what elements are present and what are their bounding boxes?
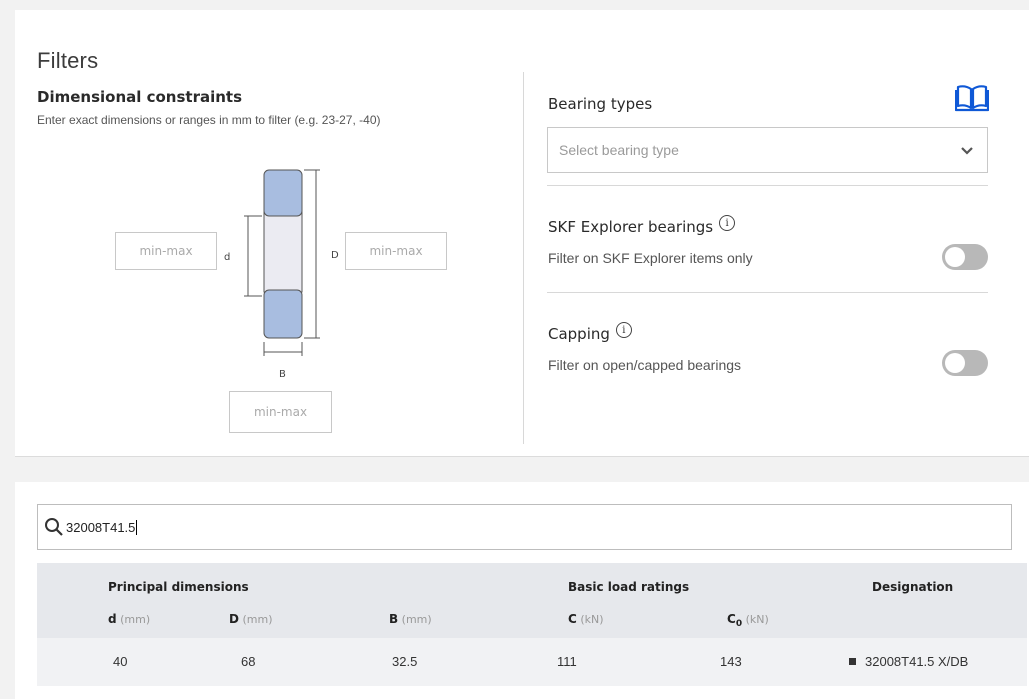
results-panel: 32008T41.5 Principal dimensions Basic lo… xyxy=(15,482,1029,699)
cell-C: 111 xyxy=(557,654,577,669)
column-D[interactable]: D (mm) xyxy=(229,612,272,626)
toggle-knob xyxy=(945,247,965,267)
filters-panel: Filters Dimensional constraints Enter ex… xyxy=(15,10,1029,457)
chevron-down-icon xyxy=(961,146,973,155)
filters-title: Filters xyxy=(37,48,99,73)
explorer-title-text: SKF Explorer bearings xyxy=(548,218,714,236)
explorer-toggle[interactable] xyxy=(942,244,988,270)
d-label: d xyxy=(224,252,231,263)
divider-1 xyxy=(547,185,988,186)
cell-B: 32.5 xyxy=(392,654,418,669)
capping-title: Capping i xyxy=(548,322,632,343)
search-value: 32008T41.5 xyxy=(66,519,136,535)
capping-toggle[interactable] xyxy=(942,350,988,376)
column-C[interactable]: C (kN) xyxy=(568,612,604,626)
capping-description: Filter on open/capped bearings xyxy=(548,357,742,373)
column-d-unit: (mm) xyxy=(120,613,151,626)
column-C-unit: (kN) xyxy=(580,613,604,626)
B-range-input[interactable]: min-max xyxy=(229,391,332,433)
text-caret xyxy=(136,519,138,535)
bearing-diagram xyxy=(244,169,320,356)
column-B[interactable]: B (mm) xyxy=(389,612,432,626)
explorer-title: SKF Explorer bearings i xyxy=(548,215,736,236)
cell-D: 68 xyxy=(241,654,256,669)
column-C0[interactable]: C0 (kN) xyxy=(727,612,769,629)
book-icon[interactable] xyxy=(955,82,989,112)
dimensional-constraints-hint: Enter exact dimensions or ranges in mm t… xyxy=(37,113,381,127)
basic-load-ratings-header: Basic load ratings xyxy=(568,580,690,594)
bearing-type-select[interactable]: Select bearing type xyxy=(547,127,988,173)
D-range-input[interactable]: min-max xyxy=(345,232,447,270)
designation-header: Designation xyxy=(872,580,954,594)
B-label: B xyxy=(279,369,286,380)
column-d-symbol: d xyxy=(108,612,117,626)
cell-d: 40 xyxy=(113,654,128,669)
column-D-unit: (mm) xyxy=(242,613,273,626)
column-C0-symbol: C xyxy=(727,612,736,626)
column-C0-subscript: 0 xyxy=(735,619,743,630)
outer-ring-top xyxy=(263,169,303,217)
cell-C0: 143 xyxy=(720,654,742,669)
principal-dimensions-header: Principal dimensions xyxy=(108,580,249,594)
filters-divider xyxy=(523,72,524,444)
divider-2 xyxy=(547,292,988,293)
table-row[interactable]: 40 68 32.5 111 143 32008T41.5 X/DB xyxy=(37,638,1027,686)
column-d[interactable]: d (mm) xyxy=(108,612,150,626)
info-icon[interactable]: i xyxy=(719,215,736,231)
designation-link[interactable]: 32008T41.5 X/DB xyxy=(865,654,968,669)
dimensional-constraints-title: Dimensional constraints xyxy=(37,88,243,106)
outer-ring-bottom xyxy=(263,289,303,339)
bearing-type-placeholder: Select bearing type xyxy=(559,142,679,158)
column-B-unit: (mm) xyxy=(401,613,432,626)
toggle-knob xyxy=(945,353,965,373)
d-range-input[interactable]: min-max xyxy=(115,232,217,270)
D-label: D xyxy=(331,250,339,261)
column-C-symbol: C xyxy=(568,612,577,626)
capping-title-text: Capping xyxy=(548,325,610,343)
info-icon[interactable]: i xyxy=(615,322,632,338)
search-icon xyxy=(45,518,63,536)
table-header: Principal dimensions Basic load ratings … xyxy=(37,563,1027,638)
bearing-types-title: Bearing types xyxy=(548,95,653,113)
column-B-symbol: B xyxy=(389,612,399,626)
search-input[interactable]: 32008T41.5 xyxy=(37,504,1012,550)
bullet-icon xyxy=(849,658,856,666)
column-D-symbol: D xyxy=(229,612,239,626)
explorer-description: Filter on SKF Explorer items only xyxy=(548,250,753,266)
cell-designation[interactable]: 32008T41.5 X/DB xyxy=(849,654,968,669)
column-C0-unit: (kN) xyxy=(745,613,769,626)
